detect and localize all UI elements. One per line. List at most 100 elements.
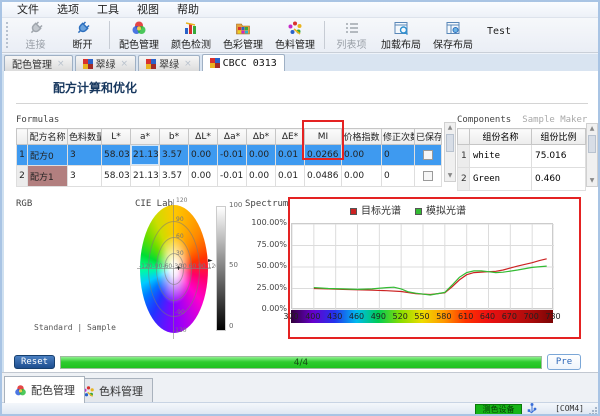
cell-component-name[interactable]: white xyxy=(470,145,532,168)
cell-count[interactable]: 3 xyxy=(68,166,102,187)
save-layout-button[interactable]: 保存布局 xyxy=(427,19,479,51)
lightness-label: 50 xyxy=(229,261,238,269)
cell-b[interactable]: 3.57 xyxy=(160,166,189,187)
cell-count[interactable]: 3 xyxy=(68,145,102,166)
menu-file[interactable]: 文件 xyxy=(8,2,48,17)
components-scrollbar[interactable]: ▲ ▼ xyxy=(586,123,598,187)
cell-component-ratio[interactable]: 75.016 xyxy=(532,145,586,168)
menu-view[interactable]: 视图 xyxy=(128,2,168,17)
col-colorant-count[interactable]: 色料数量 xyxy=(68,129,102,145)
saved-checkbox[interactable] xyxy=(423,171,433,181)
resize-grip[interactable] xyxy=(588,406,597,415)
scroll-down-icon[interactable]: ▼ xyxy=(587,176,597,186)
target-swatch-icon xyxy=(350,208,357,215)
col-component-ratio[interactable]: 组份比例 xyxy=(532,129,586,145)
cell-a[interactable]: 21.13 xyxy=(131,145,160,166)
cell-dL[interactable]: 0.00 xyxy=(189,166,218,187)
cell-price[interactable]: 0.00 xyxy=(342,166,382,187)
plug-blue-icon xyxy=(75,20,91,36)
components-caption[interactable]: Components xyxy=(457,115,511,125)
formulas-scrollbar[interactable]: ▲ ▼ xyxy=(444,122,456,182)
save-layout-icon xyxy=(445,20,461,36)
menu-options[interactable]: 选项 xyxy=(48,2,88,17)
toolbar-grip[interactable] xyxy=(6,22,10,48)
document-icon xyxy=(83,59,93,69)
load-layout-label: 加载布局 xyxy=(381,36,421,51)
cell-a[interactable]: 21.13 xyxy=(131,166,160,187)
document-tab-strip: 配色管理 × 翠绿 × 翠绿 × CBCC 0313 xyxy=(2,54,598,71)
cell-component-name[interactable]: Green xyxy=(470,168,532,191)
scroll-up-icon[interactable]: ▲ xyxy=(587,124,597,134)
load-layout-button[interactable]: 加载布局 xyxy=(375,19,427,51)
col-db[interactable]: Δb* xyxy=(247,129,276,145)
cell-db[interactable]: 0.00 xyxy=(247,145,276,166)
col-component-name[interactable]: 组份名称 xyxy=(470,129,532,145)
cell-name[interactable]: 配方0 xyxy=(28,145,68,166)
color-detect-label: 颜色检测 xyxy=(171,36,211,51)
cell-dE[interactable]: 0.01 xyxy=(276,166,305,187)
cell-dL[interactable]: 0.00 xyxy=(189,145,218,166)
close-icon[interactable]: × xyxy=(121,59,129,69)
wavelength-tick-label: 460 xyxy=(349,312,364,321)
cell-b[interactable]: 3.57 xyxy=(160,145,189,166)
tab-color-matching[interactable]: 配色管理 × xyxy=(4,55,73,71)
sample-maker-tab[interactable]: Sample Maker xyxy=(522,115,587,125)
tab-cuilv-2[interactable]: 翠绿 × xyxy=(138,55,200,71)
wavelength-tick-label: 730 xyxy=(545,312,560,321)
tab-cbcc-0313[interactable]: CBCC 0313 xyxy=(202,54,285,71)
pre-button[interactable]: Pre xyxy=(547,354,581,370)
col-L[interactable]: L* xyxy=(102,129,131,145)
menu-help[interactable]: 帮助 xyxy=(168,2,208,17)
scroll-thumb[interactable] xyxy=(588,135,596,153)
spectrum-curves xyxy=(292,224,554,310)
test-button[interactable]: Test xyxy=(487,26,511,37)
wavelength-tick-label: 580 xyxy=(436,312,451,321)
cell-MI[interactable]: 0.0266 xyxy=(305,145,342,166)
menu-tools[interactable]: 工具 xyxy=(88,2,128,17)
col-saved[interactable]: 已保存 xyxy=(415,129,442,145)
cell-L[interactable]: 58.03 xyxy=(102,166,131,187)
color-manage-button[interactable]: 色彩管理 xyxy=(217,19,269,51)
component-row[interactable]: 1 white 75.016 xyxy=(458,145,586,168)
col-dE[interactable]: ΔE* xyxy=(276,129,305,145)
cell-corrections[interactable]: 0 xyxy=(382,145,415,166)
cell-price[interactable]: 0.00 xyxy=(342,145,382,166)
formula-row-selected[interactable]: 1 配方0 3 58.03 21.13 3.57 0.00 -0.01 0.00… xyxy=(17,145,442,166)
row-number: 2 xyxy=(17,166,28,187)
col-MI[interactable]: MI xyxy=(305,129,342,145)
reset-button[interactable]: Reset xyxy=(14,355,55,369)
col-dL[interactable]: ΔL* xyxy=(189,129,218,145)
cell-name[interactable]: 配方1 xyxy=(28,166,68,187)
cielab-group: CIE Lab 120 90 60 30 -90 -120 -120-90-60… xyxy=(135,191,243,351)
saved-checkbox[interactable] xyxy=(423,150,433,160)
cell-db[interactable]: 0.00 xyxy=(247,166,276,187)
color-matching-button[interactable]: 配色管理 xyxy=(113,19,165,51)
col-da[interactable]: Δa* xyxy=(218,129,247,145)
col-corrections[interactable]: 修正次数 xyxy=(382,129,415,145)
col-a[interactable]: a* xyxy=(131,129,160,145)
scroll-thumb[interactable] xyxy=(446,134,454,152)
bottom-tab-color-matching[interactable]: 配色管理 xyxy=(4,376,85,403)
components-header-row: 组份名称 组份比例 xyxy=(458,129,586,145)
tab-cuilv-1[interactable]: 翠绿 × xyxy=(75,55,137,71)
colorant-manage-button[interactable]: 色料管理 xyxy=(269,19,321,51)
cell-da[interactable]: -0.01 xyxy=(218,166,247,187)
col-name[interactable]: 配方名称 xyxy=(28,129,68,145)
cell-component-ratio[interactable]: 0.460 xyxy=(532,168,586,191)
scroll-up-icon[interactable]: ▲ xyxy=(445,123,455,133)
cell-corrections[interactable]: 0 xyxy=(382,166,415,187)
cell-MI[interactable]: 0.0486 xyxy=(305,166,342,187)
col-price-index[interactable]: 价格指数 xyxy=(342,129,382,145)
wavelength-tick-label: 670 xyxy=(502,312,517,321)
col-b[interactable]: b* xyxy=(160,129,189,145)
component-row[interactable]: 2 Green 0.460 xyxy=(458,168,586,191)
color-detect-button[interactable]: 颜色检测 xyxy=(165,19,217,51)
scroll-down-icon[interactable]: ▼ xyxy=(445,171,455,181)
close-icon[interactable]: × xyxy=(57,59,65,69)
cell-dE[interactable]: 0.01 xyxy=(276,145,305,166)
close-icon[interactable]: × xyxy=(184,59,192,69)
cell-da[interactable]: -0.01 xyxy=(218,145,247,166)
disconnect-button[interactable]: 断开 xyxy=(59,19,106,51)
cell-L[interactable]: 58.03 xyxy=(102,145,131,166)
formula-row[interactable]: 2 配方1 3 58.03 21.13 3.57 0.00 -0.01 0.00… xyxy=(17,166,442,187)
